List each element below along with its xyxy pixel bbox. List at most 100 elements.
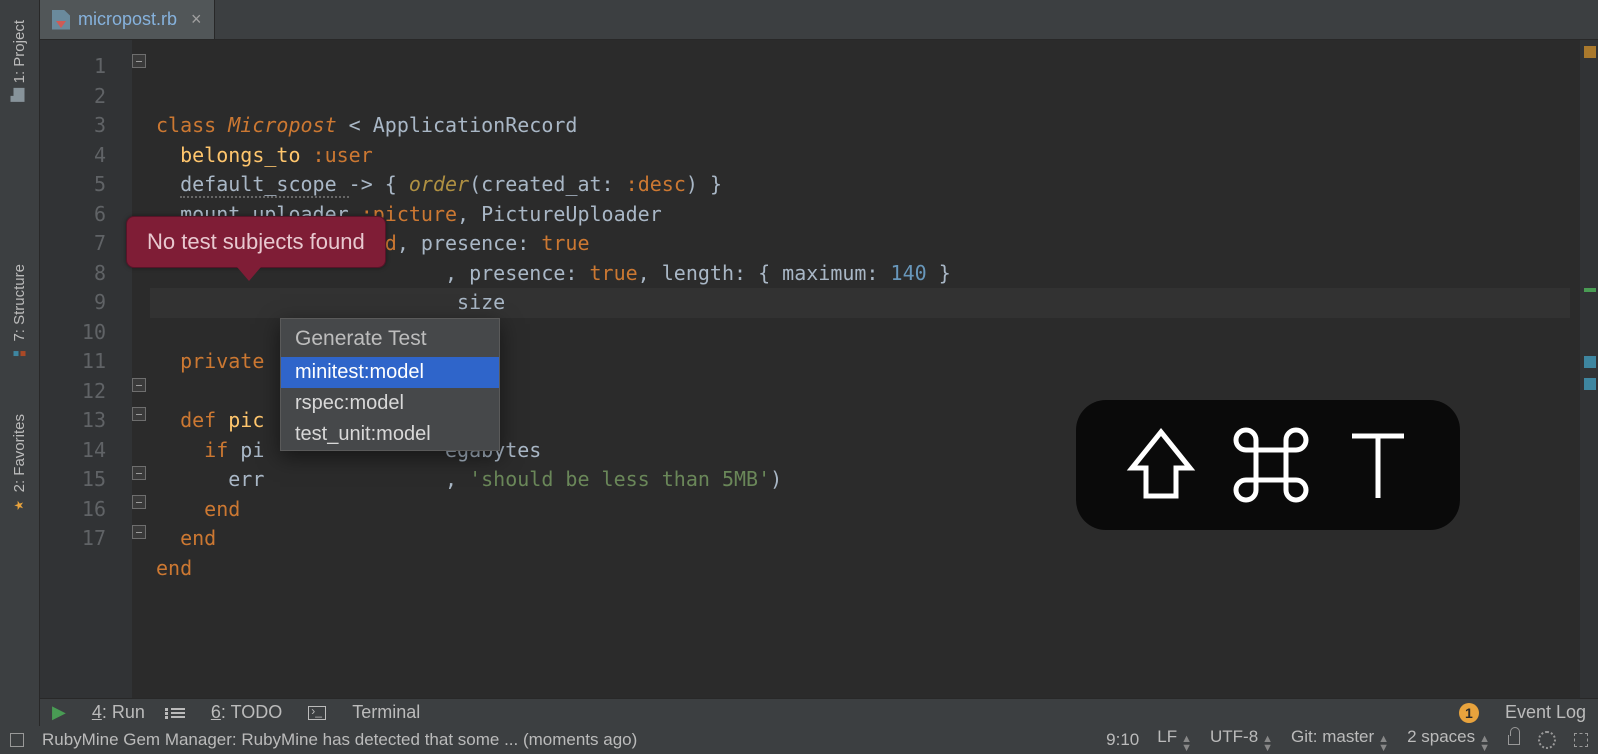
status-bar: RubyMine Gem Manager: RubyMine has detec… [0,726,1598,754]
updown-icon: ▲▼ [1262,735,1273,753]
fold-icon[interactable] [132,525,146,539]
tab-filename: micropost.rb [78,9,177,30]
sidebar-label: 1: Project [11,20,28,83]
t: err [228,467,264,491]
keystroke-overlay [1076,400,1460,530]
t: size [457,290,505,314]
sidebar-label: 2: Favorites [11,414,28,492]
generate-test-popup: Generate Test minitest:model rspec:model… [280,318,500,451]
sidebar-label: 7: Structure [11,264,28,342]
t: true [589,261,637,285]
stripe-marker[interactable] [1584,378,1596,390]
updown-icon: ▲▼ [1479,735,1490,753]
t: LF [1157,727,1177,746]
t: PictureUploader [481,202,662,226]
t: , presence: [397,231,542,255]
line-ending[interactable]: LF▲▼ [1157,727,1192,753]
t: :user [301,143,373,167]
t: belongs_to [180,143,300,167]
notification-badge: 1 [1459,703,1479,723]
error-stripe[interactable] [1580,40,1598,698]
fold-icon[interactable] [132,407,146,421]
t: , [445,467,469,491]
t: 2 spaces [1407,727,1475,746]
tool-run[interactable]: 4: Run [92,702,145,723]
t: ApplicationRecord [373,113,578,137]
t: , presence: [445,261,590,285]
updown-icon: ▲▼ [1378,735,1389,753]
todo-icon [171,708,185,718]
shift-icon [1126,428,1196,502]
stripe-marker[interactable] [1584,356,1596,368]
t: end [204,497,240,521]
t: Micropost [216,113,336,137]
fold-icon[interactable] [132,378,146,392]
tool-window-bar: ▶ 4: Run 6: TODO Terminal 1 Event Log [40,698,1598,726]
memory-icon[interactable] [1574,733,1588,747]
toggle-toolwindows-icon[interactable] [10,733,24,747]
t: class [156,113,216,137]
popup-title: Generate Test [281,319,499,357]
left-sidebar: 1: Project 7: Structure ★ 2: Favorites [0,0,40,754]
fold-icon[interactable] [132,495,146,509]
editor[interactable]: 1234 5678 9101112 13141516 17 class Micr… [40,40,1598,698]
popup-item-testunit[interactable]: test_unit:model [281,419,499,450]
t: Git: master [1291,727,1374,746]
t: , length: { maximum: [638,261,891,285]
t: (created_at: [469,172,626,196]
close-icon[interactable]: × [191,9,202,30]
t: true [541,231,589,255]
terminal-icon [308,706,326,720]
star-icon: ★ [13,498,27,512]
folder-icon [14,88,25,102]
t: ) [770,467,782,491]
indent-widget[interactable]: 2 spaces▲▼ [1407,727,1490,753]
status-message: RubyMine Gem Manager: RubyMine has detec… [42,730,637,750]
lock-icon[interactable] [1508,735,1520,745]
command-icon [1232,426,1310,504]
t: order [409,172,469,196]
t: } [927,261,951,285]
sidebar-tab-structure[interactable]: 7: Structure [11,252,28,372]
t: pi [228,438,264,462]
t: private [180,349,264,373]
t: ) } [686,172,722,196]
run-icon: ▶ [52,702,66,723]
t: < [337,113,373,137]
t: default_scope [180,172,349,198]
inspection-tooltip: No test subjects found [126,216,386,268]
editor-tab-bar: micropost.rb × [40,0,1598,40]
cursor-position[interactable]: 9:10 [1106,730,1139,750]
t: -> { [349,172,409,196]
tool-eventlog[interactable]: Event Log [1505,702,1586,723]
fold-icon[interactable] [132,466,146,480]
t: end [180,526,216,550]
file-tab-micropost[interactable]: micropost.rb × [40,0,215,39]
t: pic [216,408,264,432]
sidebar-tab-project[interactable]: 1: Project [11,8,28,112]
letter-t-icon [1346,428,1410,502]
tooltip-text: No test subjects found [147,229,365,254]
hector-icon[interactable] [1538,731,1556,749]
t: 'should be less than 5MB' [469,467,770,491]
tool-terminal[interactable]: Terminal [352,702,420,723]
t: 140 [891,261,927,285]
file-encoding[interactable]: UTF-8▲▼ [1210,727,1273,753]
t: end [156,556,192,580]
popup-item-minitest[interactable]: minitest:model [281,357,499,388]
warning-marker-icon [1584,46,1596,58]
line-gutter: 1234 5678 9101112 13141516 17 [40,40,132,698]
popup-item-rspec[interactable]: rspec:model [281,388,499,419]
t: if [204,438,228,462]
tool-todo[interactable]: 6: TODO [211,702,282,723]
t: , [457,202,481,226]
t: def [180,408,216,432]
structure-icon [14,351,26,356]
git-branch[interactable]: Git: master▲▼ [1291,727,1389,753]
fold-icon[interactable] [132,54,146,68]
t: :desc [626,172,686,196]
caret-marker[interactable] [1584,288,1596,292]
sidebar-tab-favorites[interactable]: ★ 2: Favorites [11,402,28,524]
t: UTF-8 [1210,727,1258,746]
fold-column [132,40,150,698]
